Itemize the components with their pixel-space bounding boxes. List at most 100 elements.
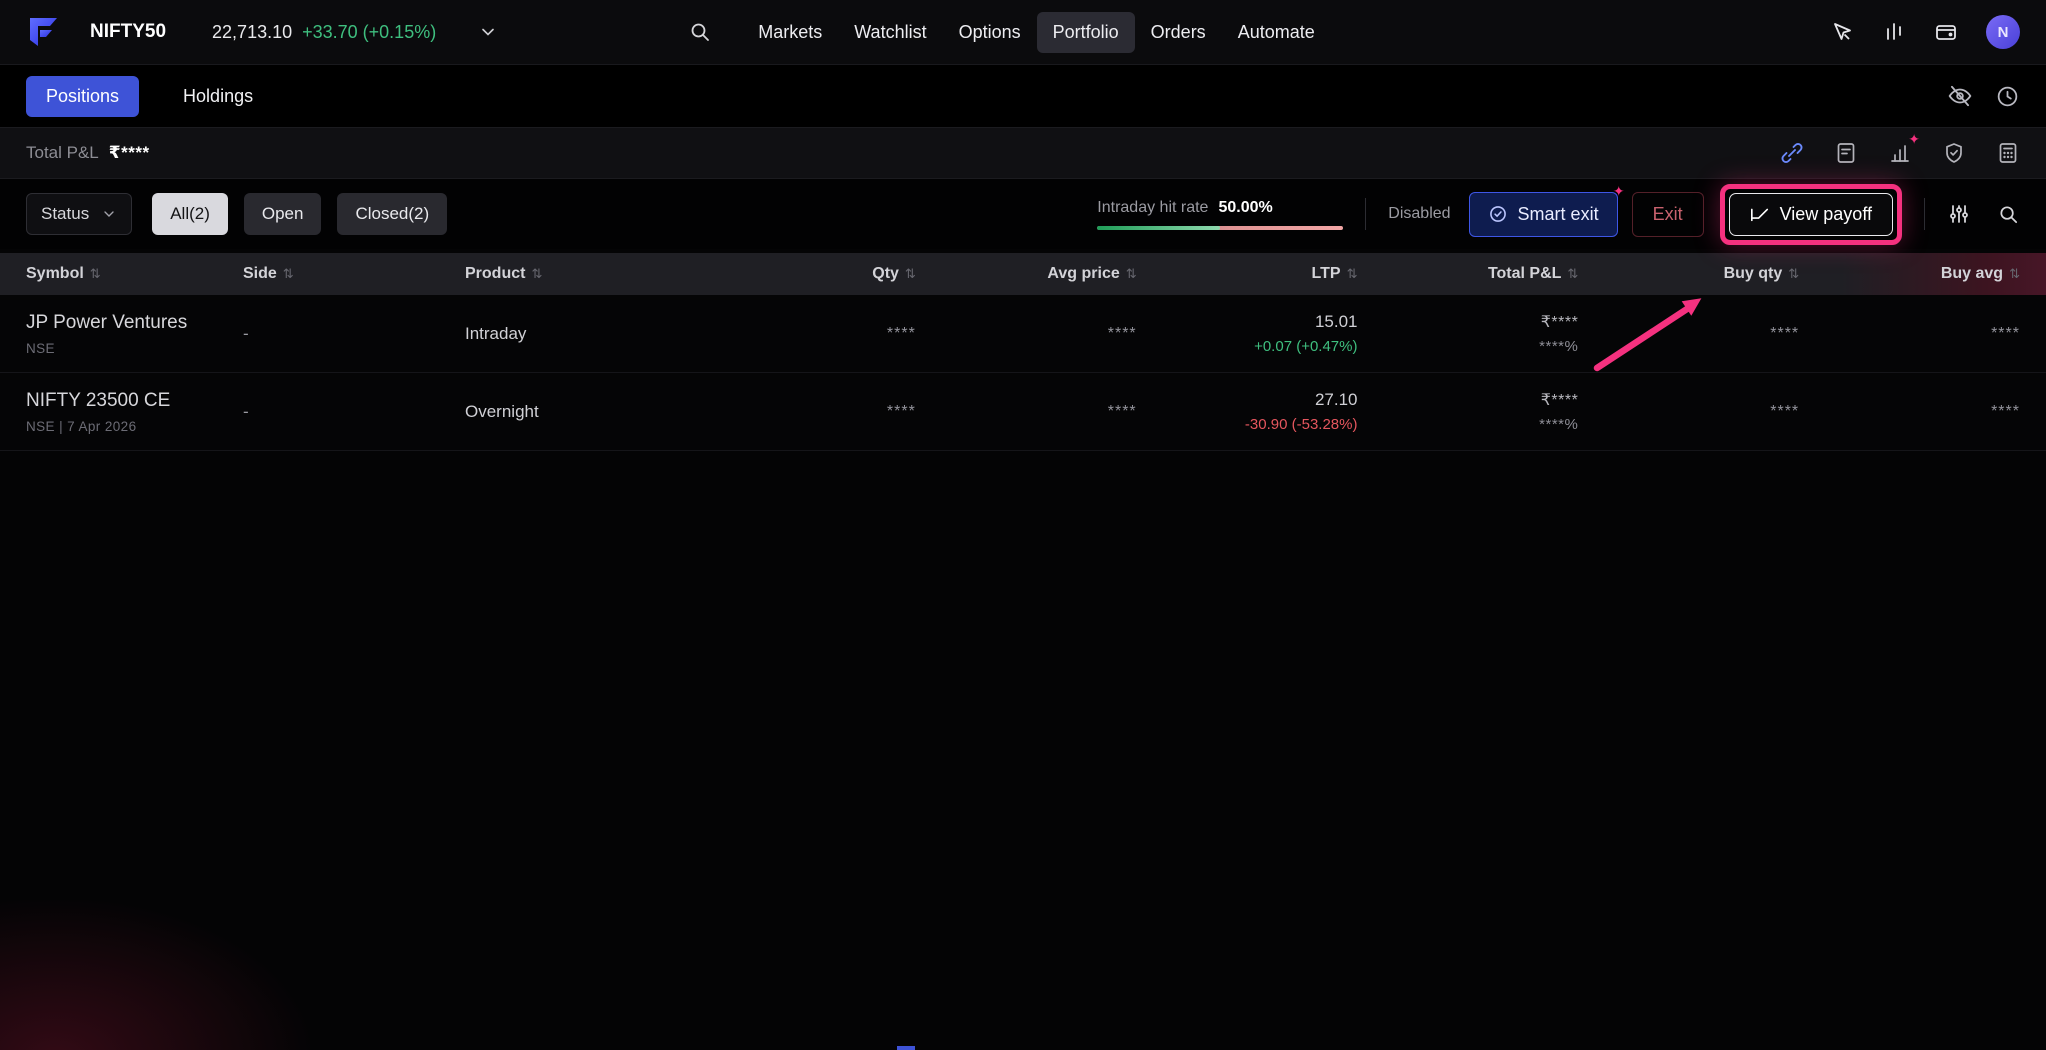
check-circle-icon xyxy=(1488,204,1508,224)
sort-icon: ⇅ xyxy=(1126,266,1137,281)
tab-positions[interactable]: Positions xyxy=(26,76,139,117)
index-ticker[interactable]: NIFTY50 22,713.10 +33.70 (+0.15%) xyxy=(90,21,498,43)
filter-actions: Intraday hit rate 50.00% Disabled Smart … xyxy=(1097,184,2020,245)
qty-cell: **** xyxy=(695,325,916,343)
ltp-value: 15.01 xyxy=(1137,312,1358,332)
avatar[interactable]: N xyxy=(1986,15,2020,49)
smart-exit-status: Disabled xyxy=(1388,205,1450,223)
report-icon[interactable] xyxy=(1834,141,1858,165)
column-header-ltp[interactable]: LTP⇅ xyxy=(1137,265,1358,283)
ltp-value: 27.10 xyxy=(1137,390,1358,410)
avg-price-cell: **** xyxy=(916,403,1137,421)
search-icon[interactable] xyxy=(1997,203,2020,226)
link-icon[interactable] xyxy=(1780,141,1804,165)
buy-avg-cell: **** xyxy=(1799,325,2020,343)
hit-rate-value: 50.00% xyxy=(1218,199,1272,217)
shield-check-icon[interactable] xyxy=(1942,141,1966,165)
hit-rate-label: Intraday hit rate xyxy=(1097,199,1208,217)
product-cell: Intraday xyxy=(465,324,695,344)
ltp-cell: 27.10 -30.90 (-53.28%) xyxy=(1137,390,1358,433)
nav-item-automate[interactable]: Automate xyxy=(1222,12,1331,53)
intraday-hit-rate: Intraday hit rate 50.00% xyxy=(1097,199,1343,230)
column-header-qty[interactable]: Qty⇅ xyxy=(695,265,916,283)
filter-chip-open[interactable]: Open xyxy=(244,193,322,235)
total-pnl-value: ₹**** xyxy=(109,143,150,163)
analytics-sparkle-icon[interactable]: ✦ xyxy=(1888,141,1912,165)
corner-glow xyxy=(0,900,310,1050)
tabs-actions xyxy=(1947,83,2020,109)
divider xyxy=(1365,198,1366,230)
summary-bar: Total P&L ₹**** ✦ xyxy=(0,127,2046,179)
buy-qty-cell: **** xyxy=(1578,325,1799,343)
filter-chip-closed[interactable]: Closed(2) xyxy=(337,193,447,235)
qty-cell: **** xyxy=(695,403,916,421)
ltp-change: +0.07 (+0.47%) xyxy=(1137,338,1358,355)
sort-icon: ⇅ xyxy=(531,266,542,281)
calculator-icon[interactable] xyxy=(1996,141,2020,165)
symbol-cell: NIFTY 23500 CE NSE | 7 Apr 2026 xyxy=(26,390,243,434)
divider xyxy=(1924,198,1925,230)
column-header-buy-qty[interactable]: Buy qty⇅ xyxy=(1578,265,1799,283)
nav-item-markets[interactable]: Markets xyxy=(742,12,838,53)
ltp-cell: 15.01 +0.07 (+0.47%) xyxy=(1137,312,1358,355)
main-nav: Markets Watchlist Options Portfolio Orde… xyxy=(688,12,1331,53)
pointer-icon[interactable] xyxy=(1830,20,1854,44)
column-header-total-pnl[interactable]: Total P&L⇅ xyxy=(1357,265,1578,283)
nav-item-orders[interactable]: Orders xyxy=(1135,12,1222,53)
total-pnl-label: Total P&L xyxy=(26,143,99,163)
column-header-side[interactable]: Side⇅ xyxy=(243,265,465,283)
sort-icon: ⇅ xyxy=(90,266,101,281)
symbol-meta: NSE xyxy=(26,341,243,356)
app-logo[interactable] xyxy=(22,11,64,53)
hit-rate-bar xyxy=(1097,226,1343,230)
wallet-icon[interactable] xyxy=(1934,20,1958,44)
search-icon[interactable] xyxy=(688,20,712,44)
smart-exit-button[interactable]: Smart exit ✦ xyxy=(1469,192,1618,237)
product-cell: Overnight xyxy=(465,402,695,422)
candlestick-icon[interactable] xyxy=(1882,20,1906,44)
pnl-value: ₹**** xyxy=(1357,390,1578,410)
eye-off-icon[interactable] xyxy=(1947,83,1973,109)
nav-item-watchlist[interactable]: Watchlist xyxy=(838,12,942,53)
column-header-product[interactable]: Product⇅ xyxy=(465,265,695,283)
sparkle-icon: ✦ xyxy=(1613,184,1625,198)
table-row[interactable]: JP Power Ventures NSE - Intraday **** **… xyxy=(0,295,2046,373)
column-header-avg-price[interactable]: Avg price⇅ xyxy=(916,265,1137,283)
status-dropdown[interactable]: Status xyxy=(26,193,132,235)
buy-avg-cell: **** xyxy=(1799,403,2020,421)
pnl-percent: ****% xyxy=(1357,416,1578,433)
symbol-cell: JP Power Ventures NSE xyxy=(26,312,243,356)
positions-table-header: Symbol⇅ Side⇅ Product⇅ Qty⇅ Avg price⇅ L… xyxy=(0,253,2046,295)
index-change: +33.70 (+0.15%) xyxy=(302,22,436,43)
table-row[interactable]: NIFTY 23500 CE NSE | 7 Apr 2026 - Overni… xyxy=(0,373,2046,451)
exit-button[interactable]: Exit xyxy=(1632,192,1704,237)
index-name: NIFTY50 xyxy=(90,21,166,43)
column-header-symbol[interactable]: Symbol⇅ xyxy=(26,265,243,283)
clock-icon[interactable] xyxy=(1995,84,2020,109)
bottom-sliver xyxy=(897,1046,915,1050)
sort-icon: ⇅ xyxy=(283,266,294,281)
symbol-name: JP Power Ventures xyxy=(26,312,243,334)
top-navbar: NIFTY50 22,713.10 +33.70 (+0.15%) Market… xyxy=(0,0,2046,65)
sparkle-icon: ✦ xyxy=(1908,132,1920,146)
view-payoff-button[interactable]: View payoff xyxy=(1729,193,1893,236)
pnl-value: ₹**** xyxy=(1357,312,1578,332)
chevron-down-icon xyxy=(101,206,117,222)
column-header-buy-avg[interactable]: Buy avg⇅ xyxy=(1799,265,2020,283)
sort-icon: ⇅ xyxy=(1788,266,1799,281)
chevron-down-icon[interactable] xyxy=(478,22,498,42)
symbol-meta: NSE | 7 Apr 2026 xyxy=(26,419,243,434)
side-cell: - xyxy=(243,324,465,344)
status-label: Status xyxy=(41,204,89,224)
sort-icon: ⇅ xyxy=(905,266,916,281)
portfolio-tabs-bar: Positions Holdings xyxy=(0,65,2046,127)
sliders-icon[interactable] xyxy=(1947,202,1971,226)
avg-price-cell: **** xyxy=(916,325,1137,343)
filter-chip-all[interactable]: All(2) xyxy=(152,193,228,235)
nav-item-options[interactable]: Options xyxy=(943,12,1037,53)
tab-holdings[interactable]: Holdings xyxy=(183,86,253,107)
sort-icon: ⇅ xyxy=(1567,266,1578,281)
sort-icon: ⇅ xyxy=(2009,266,2020,281)
summary-actions: ✦ xyxy=(1780,141,2020,165)
nav-item-portfolio[interactable]: Portfolio xyxy=(1037,12,1135,53)
